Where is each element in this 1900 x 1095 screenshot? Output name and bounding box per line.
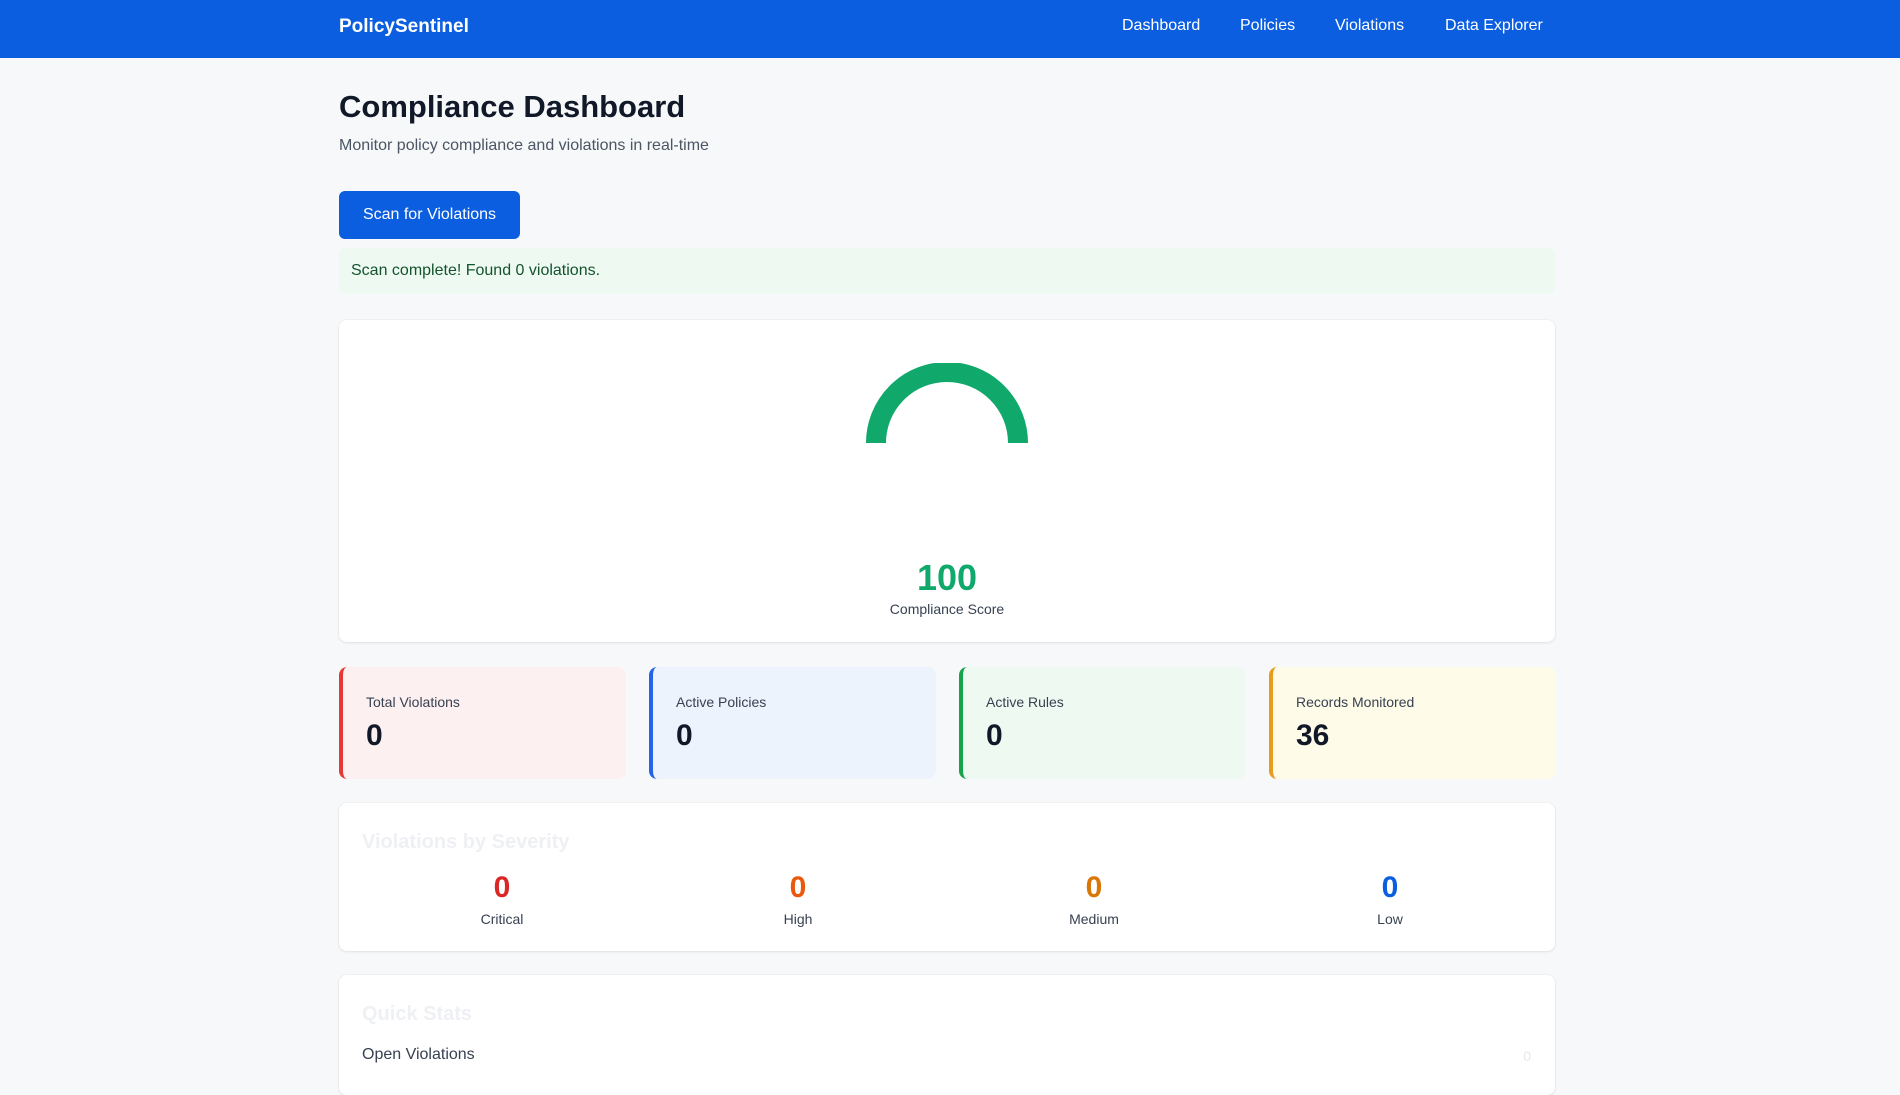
severity-value: 0 xyxy=(493,871,511,904)
nav-link-data-explorer[interactable]: Data Explorer xyxy=(1445,17,1543,35)
severity-label: Critical xyxy=(480,911,524,927)
scan-for-violations-button[interactable]: Scan for Violations xyxy=(339,191,520,239)
severity-medium: 0 Medium xyxy=(994,871,1194,927)
section-title: Violations by Severity xyxy=(362,831,570,853)
violations-by-severity-card: Violations by Severity 0 Critical 0 High… xyxy=(339,803,1555,951)
stat-label: Active Rules xyxy=(986,694,1064,710)
quick-stat-value: 0 xyxy=(1523,1048,1531,1064)
stat-label: Total Violations xyxy=(366,694,460,710)
brand-logo[interactable]: PolicySentinel xyxy=(339,16,469,38)
nav-link-violations[interactable]: Violations xyxy=(1335,17,1404,35)
quick-stat-label: Open Violations xyxy=(362,1046,475,1063)
nav-link-dashboard[interactable]: Dashboard xyxy=(1122,17,1200,35)
compliance-score-label: Compliance Score xyxy=(889,601,1005,617)
stat-value: 0 xyxy=(986,719,1003,752)
scan-result-message: Scan complete! Found 0 violations. xyxy=(351,262,601,279)
severity-label: High xyxy=(783,911,813,927)
stat-card-total-violations: Total Violations 0 xyxy=(339,667,626,779)
severity-value: 0 xyxy=(789,871,807,904)
stat-card-active-rules: Active Rules 0 xyxy=(959,667,1246,779)
stat-label: Active Policies xyxy=(676,694,767,710)
compliance-score-value: 100 xyxy=(916,557,978,598)
compliance-score-card: 100 Compliance Score xyxy=(339,320,1555,642)
stat-value: 0 xyxy=(676,719,693,752)
stat-value: 0 xyxy=(366,719,383,752)
section-title: Quick Stats xyxy=(362,1003,473,1025)
top-navbar: PolicySentinel Dashboard Policies Violat… xyxy=(0,0,1900,58)
stat-card-records-monitored: Records Monitored 36 xyxy=(1269,667,1556,779)
compliance-gauge xyxy=(866,363,1028,444)
nav-link-policies[interactable]: Policies xyxy=(1240,17,1295,35)
stat-card-active-policies: Active Policies 0 xyxy=(649,667,936,779)
page-subtitle: Monitor policy compliance and violations… xyxy=(339,137,709,154)
quick-stats-card: Quick Stats Open Violations 0 xyxy=(339,975,1555,1095)
severity-low: 0 Low xyxy=(1290,871,1490,927)
severity-value: 0 xyxy=(1085,871,1103,904)
severity-value: 0 xyxy=(1381,871,1399,904)
gauge-arc xyxy=(866,363,1028,444)
severity-critical: 0 Critical xyxy=(402,871,602,927)
severity-label: Low xyxy=(1377,911,1403,927)
scan-result-alert: Scan complete! Found 0 violations. xyxy=(339,248,1555,294)
severity-label: Medium xyxy=(1069,911,1119,927)
page-title: Compliance Dashboard xyxy=(339,89,686,124)
stat-value: 36 xyxy=(1296,719,1330,752)
severity-high: 0 High xyxy=(698,871,898,927)
stat-label: Records Monitored xyxy=(1296,694,1415,710)
